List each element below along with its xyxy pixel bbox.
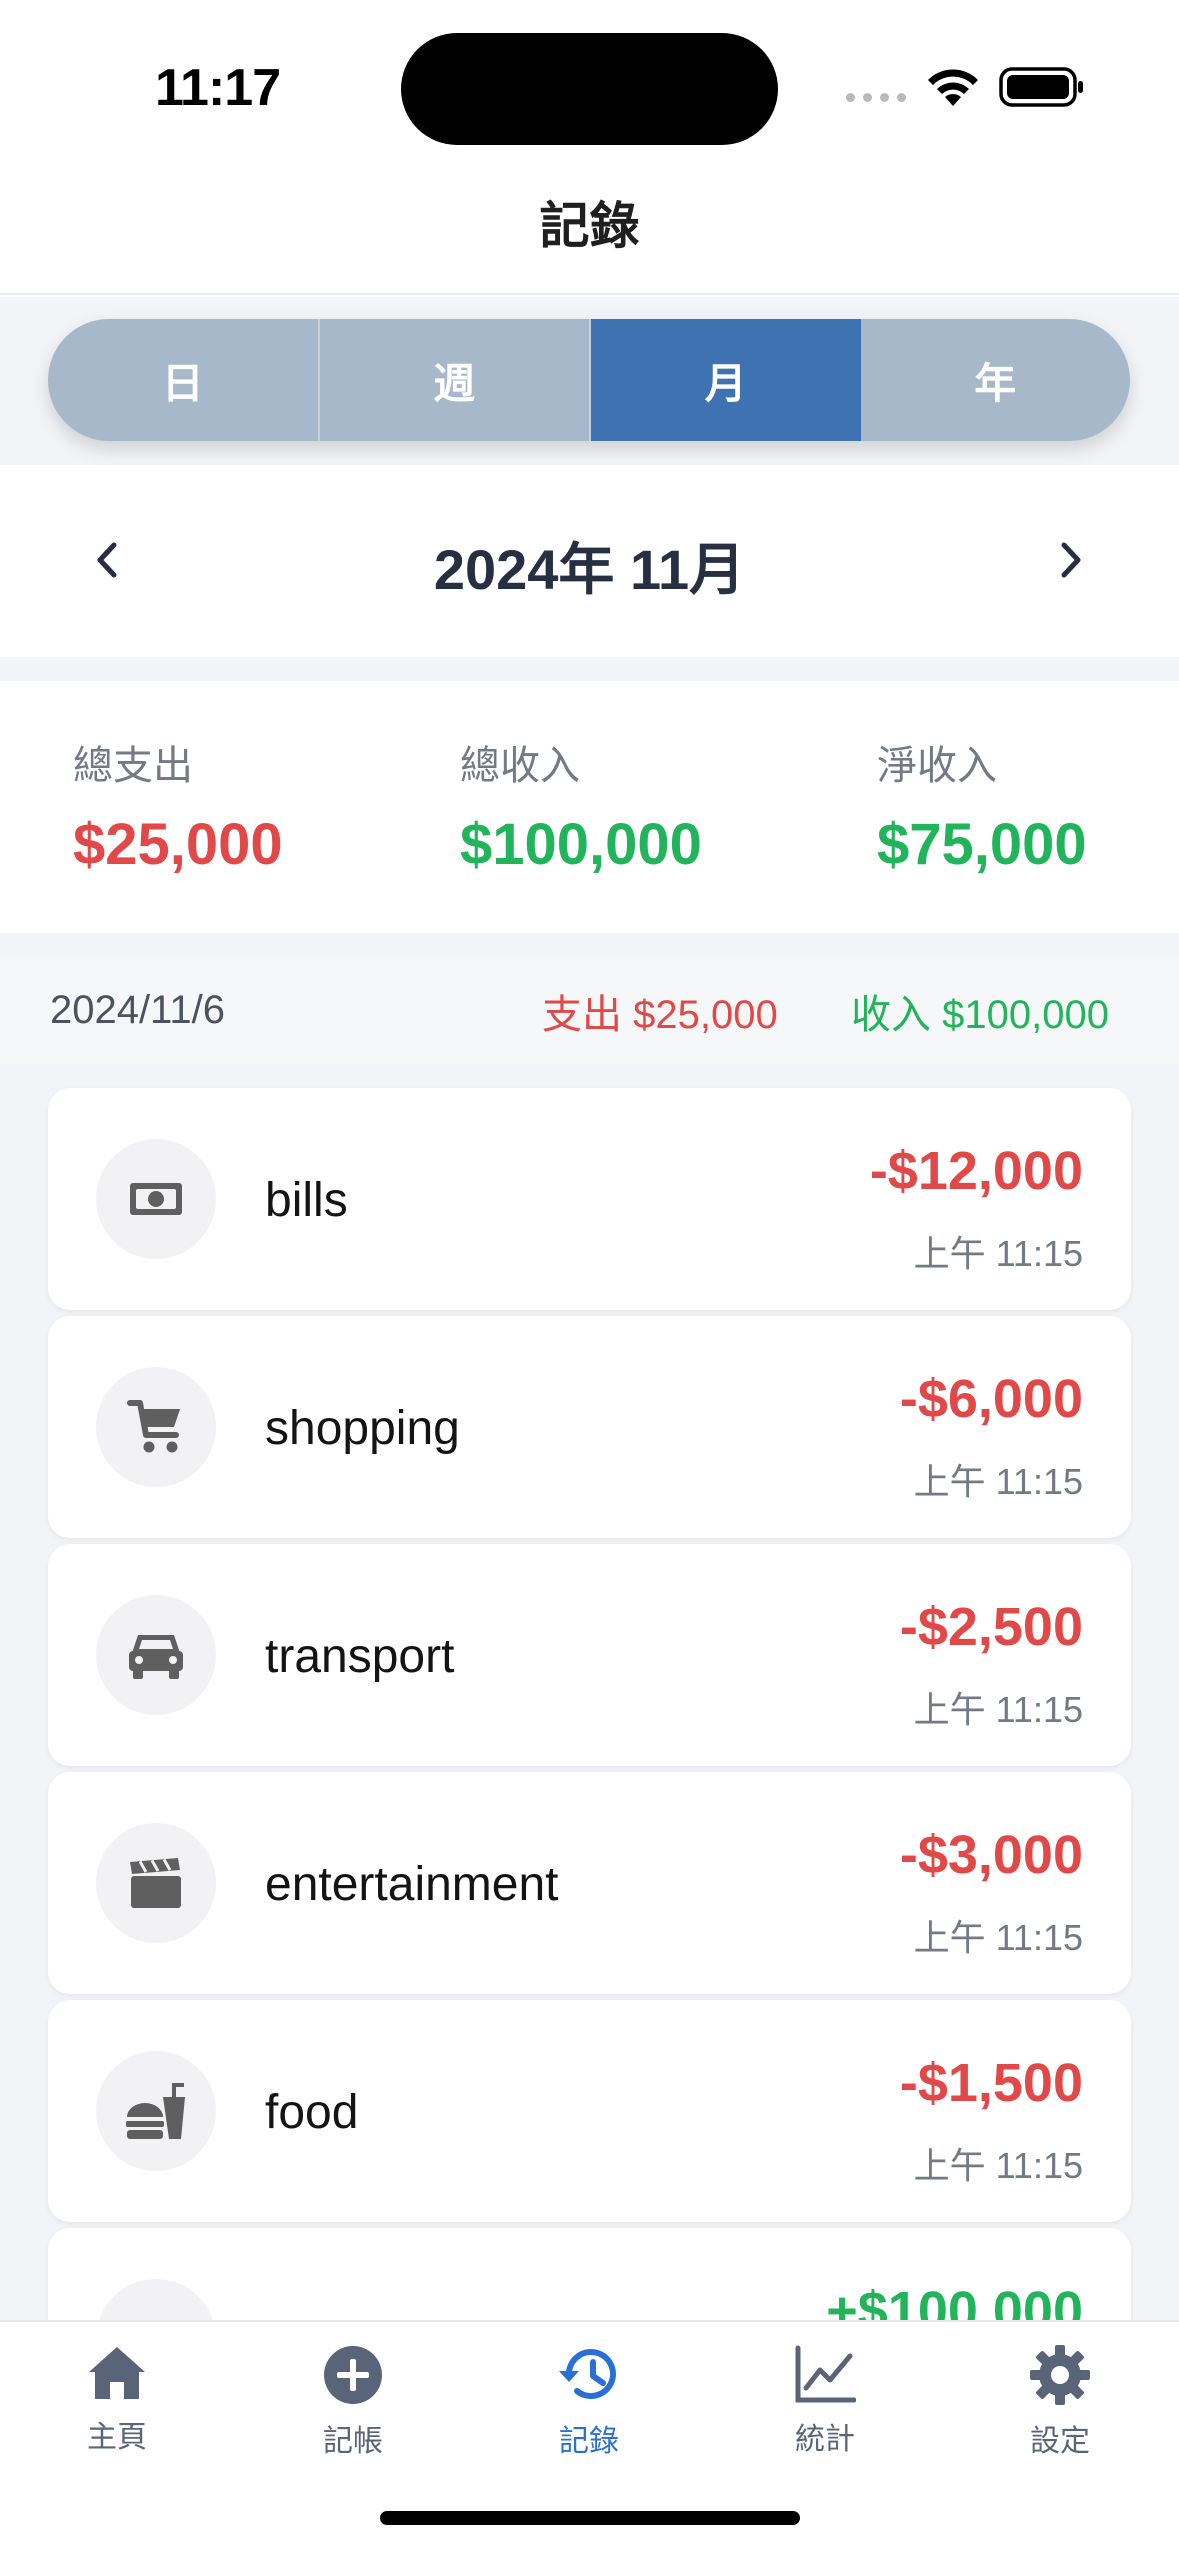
record-time: 上午 11:15 — [913, 1689, 1083, 1730]
total-expense: 總支出 $25,000 — [73, 733, 283, 878]
money-bill-icon — [130, 1183, 182, 1215]
category-icon-bg — [96, 1367, 216, 1487]
period-segmented-control: 日 週 月 年 — [48, 319, 1130, 441]
chart-line-icon — [795, 2345, 856, 2403]
date-group-header: 2024/11/6 支出 $25,000 收入 $100,000 — [0, 957, 1179, 1064]
record-amount: -$3,000 — [899, 1825, 1083, 1885]
summary-panel: 總支出 $25,000 總收入 $100,000 淨收入 $75,000 — [0, 681, 1179, 933]
dynamic-island — [401, 33, 778, 145]
food-icon — [126, 2083, 185, 2139]
category-icon-bg — [96, 1595, 216, 1715]
status-time: 11:17 — [155, 59, 281, 117]
record-time: 上午 11:15 — [913, 1917, 1083, 1958]
clapperboard-icon — [130, 1858, 181, 1908]
record-item[interactable]: transport -$2,500 上午 11:15 — [48, 1544, 1131, 1766]
period-tab-week[interactable]: 週 — [320, 319, 591, 441]
battery-icon — [999, 67, 1083, 107]
home-indicator — [380, 2511, 800, 2525]
period-selector-area: 日 週 月 年 — [0, 297, 1179, 465]
category-icon-bg — [96, 1139, 216, 1259]
period-tab-day[interactable]: 日 — [48, 319, 320, 441]
records-list[interactable]: bills -$12,000 上午 11:15 shopping -$6,000… — [0, 1064, 1179, 2320]
cellular-signal-icon — [846, 93, 906, 102]
tab-records-label: 記錄 — [559, 2425, 619, 2458]
history-icon — [559, 2349, 616, 2400]
record-category: transport — [265, 1630, 455, 1683]
group-date: 2024/11/6 — [50, 988, 225, 1032]
total-income-label: 總收入 — [460, 744, 580, 788]
category-icon-bg — [96, 1823, 216, 1943]
tab-add-record-label: 記帳 — [323, 2425, 383, 2458]
record-category: entertainment — [265, 1858, 559, 1911]
category-icon-bg — [96, 2279, 216, 2320]
period-tab-year[interactable]: 年 — [861, 319, 1131, 441]
divider — [0, 933, 1179, 957]
page-title: 記錄 — [539, 197, 640, 254]
record-time: 上午 11:15 — [913, 1461, 1083, 1502]
month-navigator: 2024年 11月 — [0, 465, 1179, 657]
record-amount: -$12,000 — [869, 1141, 1083, 1201]
tab-home[interactable]: 主頁 — [57, 2344, 177, 2456]
group-income-total: 收入 $100,000 — [851, 992, 1109, 1037]
chevron-right-icon — [1061, 542, 1081, 578]
gear-icon — [1030, 2345, 1090, 2405]
record-amount: -$1,500 — [899, 2053, 1083, 2113]
total-expense-label: 總支出 — [73, 744, 193, 788]
record-amount: +$100,000 — [826, 2281, 1083, 2320]
group-expense-total: 支出 $25,000 — [542, 992, 778, 1037]
total-expense-value: $25,000 — [73, 812, 283, 877]
status-bar: 11:17 — [0, 0, 1179, 150]
record-amount: -$6,000 — [899, 1369, 1083, 1429]
shopping-cart-icon — [127, 1400, 180, 1453]
record-amount: -$2,500 — [899, 1597, 1083, 1657]
header: 記錄 — [0, 150, 1179, 295]
wifi-icon — [928, 69, 978, 106]
record-item[interactable]: food -$1,500 上午 11:15 — [48, 2000, 1131, 2222]
record-item[interactable]: entertainment -$3,000 上午 11:15 — [48, 1772, 1131, 1994]
period-tab-month[interactable]: 月 — [591, 319, 861, 441]
record-category: bills — [265, 1174, 348, 1227]
net-income-label: 淨收入 — [877, 744, 997, 788]
car-icon — [129, 1635, 183, 1679]
record-time: 上午 11:15 — [913, 2145, 1083, 2186]
tab-settings[interactable]: 設定 — [1000, 2344, 1120, 2460]
record-category: shopping — [265, 1402, 460, 1455]
tab-records[interactable]: 記錄 — [529, 2344, 649, 2460]
record-category: food — [265, 2086, 359, 2139]
record-item[interactable]: bills -$12,000 上午 11:15 — [48, 1088, 1131, 1310]
net-income-value: $75,000 — [877, 812, 1087, 877]
total-income: 總收入 $100,000 — [460, 733, 702, 878]
tab-settings-label: 設定 — [1030, 2425, 1090, 2458]
record-item[interactable]: shopping -$6,000 上午 11:15 — [48, 1316, 1131, 1538]
tab-add-record[interactable]: 記帳 — [293, 2344, 413, 2460]
record-time: 上午 11:15 — [913, 1233, 1083, 1274]
record-item[interactable]: +$100,000 — [48, 2228, 1131, 2320]
tab-statistics-label: 統計 — [795, 2423, 855, 2456]
net-income: 淨收入 $75,000 — [877, 733, 1087, 878]
month-label: 2024年 11月 — [433, 538, 746, 601]
tab-statistics[interactable]: 統計 — [765, 2344, 885, 2458]
total-income-value: $100,000 — [460, 812, 702, 877]
add-circle-icon — [324, 2346, 382, 2404]
divider — [0, 657, 1179, 681]
next-month-button[interactable] — [1036, 525, 1106, 595]
tab-home-label: 主頁 — [87, 2421, 147, 2454]
category-icon-bg — [96, 2051, 216, 2171]
home-icon — [89, 2347, 145, 2399]
